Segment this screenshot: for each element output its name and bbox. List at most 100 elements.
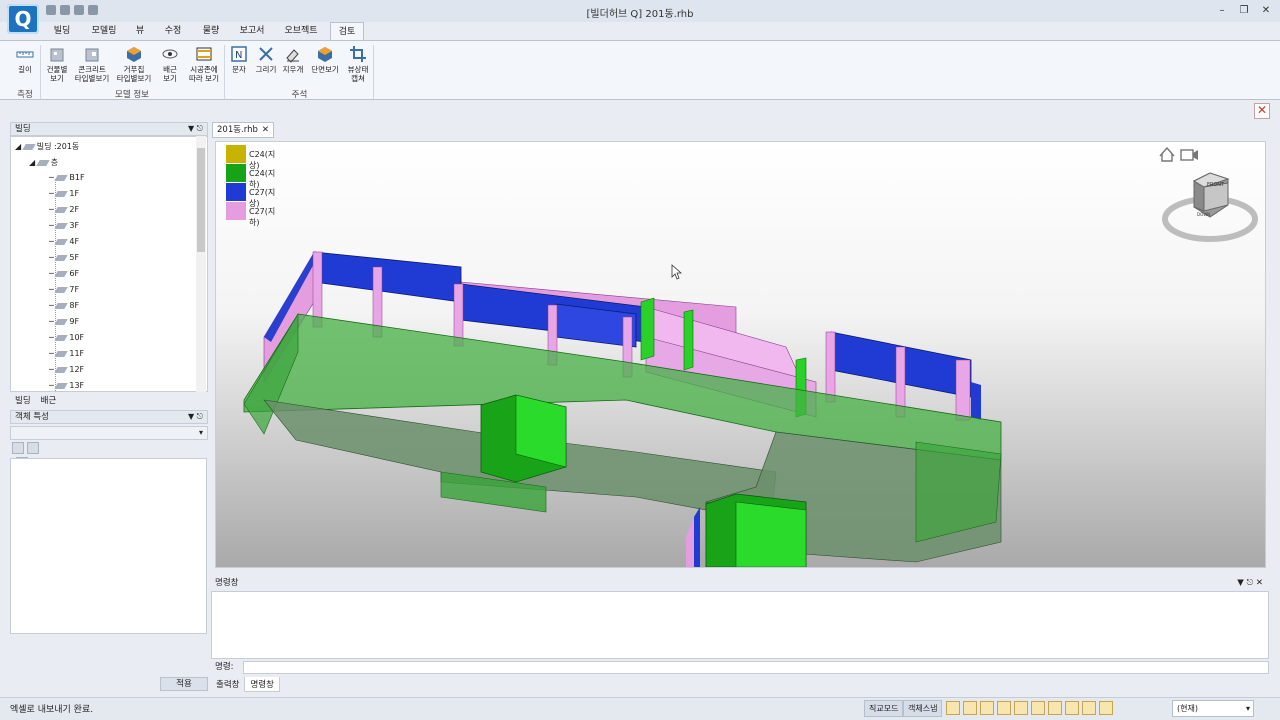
text-button[interactable]: N 문자 <box>227 45 251 74</box>
home-view-icon[interactable] <box>1159 146 1175 162</box>
model-slab-blue <box>694 507 700 567</box>
snap-intersection-icon[interactable] <box>1048 701 1062 715</box>
tree-root[interactable]: ◢ 빌딩 :201동 <box>15 141 79 152</box>
construction-zone-button[interactable]: 시공존에 따라 보기 <box>186 45 222 83</box>
expand-icon[interactable]: ◢ <box>29 158 35 167</box>
layer-combo[interactable]: (현재) ▾ <box>1172 700 1254 717</box>
tree-floor-item[interactable]: ─ 10F <box>49 333 84 342</box>
floor-icon <box>54 270 69 277</box>
tree-floor-label: 2F <box>69 205 80 214</box>
building-view-button[interactable]: 건물별 보기 <box>42 45 72 83</box>
tree-floor-item[interactable]: ─ B1F <box>49 173 85 182</box>
snap-grid-icon[interactable] <box>1014 701 1028 715</box>
chevron-down-icon[interactable]: ▾ <box>199 427 203 439</box>
tab-report[interactable]: 보고서 <box>232 22 272 40</box>
snap-settings-icon[interactable] <box>1099 701 1113 715</box>
formwork-type-button[interactable]: 거푸집 타입별보기 <box>114 45 154 83</box>
document-tab-label: 201동.rhb <box>217 125 258 135</box>
tree-floor-item[interactable]: ─ 7F <box>49 285 79 294</box>
apply-button[interactable]: 적용 <box>160 677 208 691</box>
tree-floor-item[interactable]: ─ 12F <box>49 365 84 374</box>
sort-az-icon[interactable] <box>26 442 39 454</box>
categorized-icon[interactable] <box>12 442 24 454</box>
command-output <box>211 591 1269 659</box>
command-window-controls[interactable]: ▼ ⎋ ✕ <box>1237 576 1263 590</box>
camera-icon[interactable] <box>1180 149 1194 161</box>
tree-floor-item[interactable]: ─ 4F <box>49 237 79 246</box>
tree-floor-item[interactable]: ─ 9F <box>49 317 79 326</box>
maximize-button[interactable]: ❐ <box>1234 3 1254 19</box>
tab-building[interactable]: 빌딩 <box>44 22 80 40</box>
panel-pin-icon[interactable]: ▼ ⎋ <box>188 123 203 135</box>
snap-node-icon[interactable] <box>1031 701 1045 715</box>
scrollbar-thumb[interactable] <box>197 148 205 252</box>
group-separator <box>40 45 41 99</box>
status-bar: 엑셀로 내보내기 완료. 직교모드 객체스냅 (현재) ▾ <box>0 697 1280 720</box>
snap-midpoint-icon[interactable] <box>963 701 977 715</box>
tree-floor-item[interactable]: ─ 2F <box>49 205 79 214</box>
model-viewport[interactable]: C24(지상) C24(지하) C27(지상) C27(지하) FRONT DO… <box>215 141 1266 568</box>
chevron-down-icon[interactable]: ▾ <box>1246 701 1250 716</box>
eraser-label: 지우개 <box>282 65 304 74</box>
section-view-button[interactable]: 단면보기 <box>309 45 341 74</box>
viewcube[interactable]: FRONT DOWN <box>1160 167 1260 247</box>
tree-scrollbar[interactable] <box>196 136 206 392</box>
close-tab-icon[interactable]: ✕ <box>262 123 269 137</box>
command-tabs: 출력창 명령창 <box>211 677 280 692</box>
snap-tangent-icon[interactable] <box>1082 701 1096 715</box>
expand-icon[interactable]: ◢ <box>15 142 21 151</box>
tree-floor-item[interactable]: ─ 3F <box>49 221 79 230</box>
close-window-button[interactable]: ✕ <box>1256 3 1276 19</box>
capture-label2: 캡쳐 <box>351 74 365 83</box>
snap-endpoint-icon[interactable] <box>946 701 960 715</box>
tab-review[interactable]: 검토 <box>330 22 364 40</box>
tree-floor-item[interactable]: ─ 13F <box>49 381 84 390</box>
left-panel-tabs: 빌딩 배근 <box>10 393 61 407</box>
length-button[interactable]: 길이 <box>10 45 40 74</box>
tree-floors-group[interactable]: ◢ 층 <box>29 157 58 168</box>
tree-floor-label: 8F <box>69 301 80 310</box>
model-column-pink <box>955 359 971 421</box>
tab-output[interactable]: 출력창 <box>211 677 244 692</box>
ortho-mode-button[interactable]: 직교모드 <box>864 700 904 717</box>
eraser-button[interactable]: 지우개 <box>281 45 305 74</box>
property-filter-bar[interactable]: ▾ <box>10 426 208 440</box>
document-tab[interactable]: 201동.rhb ✕ <box>212 122 274 138</box>
floor-icon <box>54 302 69 309</box>
tab-building-panel[interactable]: 빌딩 <box>10 393 36 407</box>
snap-quadrant-icon[interactable] <box>1065 701 1079 715</box>
tab-view[interactable]: 뷰 <box>128 22 152 40</box>
rebar-view-button[interactable]: 배근 보기 <box>156 45 184 83</box>
group-model-info: 모델 정보 <box>115 90 149 100</box>
draw-button[interactable]: 그리기 <box>254 45 278 74</box>
snap-center-icon[interactable] <box>980 701 994 715</box>
tab-edit[interactable]: 수정 <box>156 22 190 40</box>
floor-icon <box>54 286 69 293</box>
concrete-type-button[interactable]: 콘크리트 타입별보기 <box>73 45 111 83</box>
tab-rebar-panel[interactable]: 배근 <box>36 393 62 407</box>
tab-command[interactable]: 명령창 <box>244 677 280 692</box>
model-slab-blue <box>971 382 981 420</box>
tab-quantity[interactable]: 물량 <box>194 22 228 40</box>
snap-perpendicular-icon[interactable] <box>997 701 1011 715</box>
tab-modeling[interactable]: 모델링 <box>84 22 124 40</box>
minimize-button[interactable]: – <box>1212 3 1232 19</box>
panel-pin-icon[interactable]: ▼ ⎋ <box>188 411 203 423</box>
property-grid <box>10 458 207 634</box>
close-document-button[interactable]: ✕ <box>1254 103 1270 119</box>
object-snap-button[interactable]: 객체스냅 <box>903 700 943 717</box>
tree-floor-item[interactable]: ─ 8F <box>49 301 79 310</box>
rebar-view-label1: 배근 <box>163 65 177 74</box>
tree-floor-label: 3F <box>69 221 80 230</box>
tree-floor-item[interactable]: ─ 1F <box>49 189 79 198</box>
floor-icon <box>54 174 69 181</box>
building-view-label2: 보기 <box>50 74 64 83</box>
tree-floor-item[interactable]: ─ 11F <box>49 349 84 358</box>
tree-floor-item[interactable]: ─ 5F <box>49 253 79 262</box>
capture-button[interactable]: 뷰상태 캡쳐 <box>344 45 372 83</box>
command-input[interactable] <box>243 661 1269 674</box>
tree-floor-item[interactable]: ─ 6F <box>49 269 79 278</box>
tab-object[interactable]: 오브젝트 <box>276 22 326 40</box>
property-panel-title: 객체 특성 <box>15 412 49 422</box>
floor-icon <box>54 222 69 229</box>
